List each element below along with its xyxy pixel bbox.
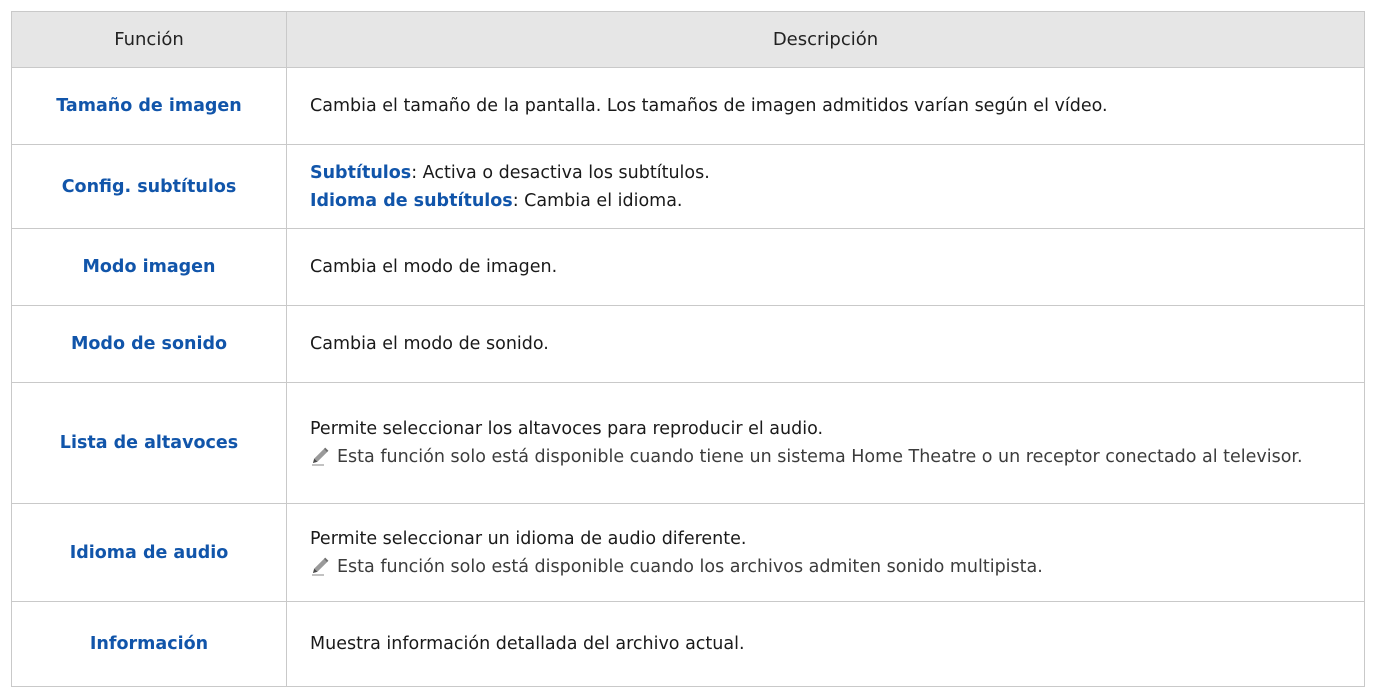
table-row: Tamaño de imagen Cambia el tamaño de la … (11, 67, 1365, 145)
table-row: Config. subtítulos Subtítulos: Activa o … (11, 144, 1365, 229)
note: Esta función solo está disponible cuando… (310, 443, 1344, 471)
description-cell: Cambia el modo de sonido. (286, 305, 1365, 383)
term-label: Idioma de subtítulos (310, 190, 513, 211)
table-row: Modo de sonido Cambia el modo de sonido. (11, 305, 1365, 383)
function-name: Información (11, 601, 287, 687)
table-header-row: Función Descripción (11, 11, 1365, 68)
table-row: Información Muestra información detallad… (11, 601, 1365, 687)
table-row: Idioma de audio Permite seleccionar un i… (11, 503, 1365, 602)
note-text: Esta función solo está disponible cuando… (337, 556, 1043, 577)
table-row: Modo imagen Cambia el modo de imagen. (11, 228, 1365, 306)
note-text: Esta función solo está disponible cuando… (337, 447, 1303, 467)
function-name: Idioma de audio (11, 503, 287, 602)
description-cell: Muestra información detallada del archiv… (286, 601, 1365, 687)
pencil-note-icon (312, 557, 329, 576)
function-name: Modo imagen (11, 228, 287, 306)
description-text: Cambia el modo de imagen. (310, 257, 558, 277)
note: Esta función solo está disponible cuando… (310, 553, 1344, 581)
description-text: Cambia el modo de sonido. (310, 334, 549, 354)
description-cell: Permite seleccionar los altavoces para r… (286, 382, 1365, 504)
description-text: Muestra información detallada del archiv… (310, 634, 745, 654)
description-text: Permite seleccionar los altavoces para r… (310, 419, 824, 439)
subtitle-item: Subtítulos: Activa o desactiva los subtí… (310, 159, 1344, 187)
table-row: Lista de altavoces Permite seleccionar l… (11, 382, 1365, 504)
description-text: Permite seleccionar un idioma de audio d… (310, 528, 747, 549)
function-name: Lista de altavoces (11, 382, 287, 504)
description-cell: Subtítulos: Activa o desactiva los subtí… (286, 144, 1365, 229)
description-cell: Cambia el tamaño de la pantalla. Los tam… (286, 67, 1365, 145)
description-cell: Permite seleccionar un idioma de audio d… (286, 503, 1365, 602)
description-text: Cambia el tamaño de la pantalla. Los tam… (310, 96, 1108, 116)
term-text: : Activa o desactiva los subtítulos. (411, 162, 710, 183)
header-function: Función (11, 11, 287, 68)
term-label: Subtítulos (310, 162, 412, 183)
function-name: Modo de sonido (11, 305, 287, 383)
term-text: : Cambia el idioma. (512, 190, 683, 211)
function-name: Config. subtítulos (11, 144, 287, 229)
header-description: Descripción (286, 11, 1365, 68)
subtitle-language-item: Idioma de subtítulos: Cambia el idioma. (310, 187, 1344, 215)
description-cell: Cambia el modo de imagen. (286, 228, 1365, 306)
function-name: Tamaño de imagen (11, 67, 287, 145)
pencil-note-icon (312, 447, 329, 466)
function-table: Función Descripción Tamaño de imagen Cam… (11, 11, 1365, 687)
